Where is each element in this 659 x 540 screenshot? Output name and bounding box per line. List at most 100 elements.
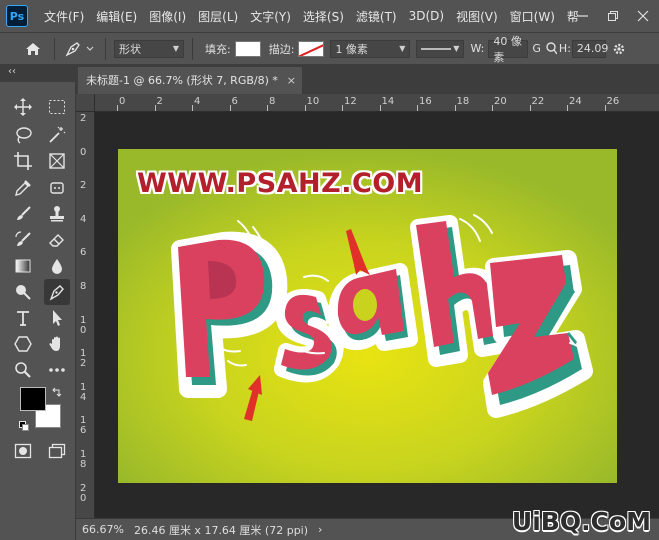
- menu-3d[interactable]: 3D(D): [403, 9, 450, 23]
- document-canvas[interactable]: [118, 149, 617, 483]
- document-size: 26.46 厘米 x 17.64 厘米 (72 ppi): [133, 523, 309, 537]
- chevron-down-icon: ▼: [453, 43, 460, 53]
- history-brush-icon[interactable]: [10, 227, 36, 253]
- ruler-tick-label: 1 0: [80, 314, 87, 336]
- menu-select[interactable]: 选择(S): [297, 8, 350, 25]
- hand-icon[interactable]: [44, 331, 70, 357]
- zoom-level[interactable]: 66.67%: [82, 523, 124, 536]
- ruler-tick: [154, 105, 156, 111]
- close-tab-icon[interactable]: ×: [287, 67, 296, 94]
- ruler-tick-label: 4: [194, 96, 201, 107]
- fill-label: 填充:: [205, 42, 231, 56]
- letter-s: [274, 288, 344, 383]
- ruler-tick: [342, 105, 343, 111]
- move-icon[interactable]: [10, 94, 36, 120]
- ruler-tick-label: 1 2: [80, 348, 87, 370]
- menu-window[interactable]: 窗口(W): [504, 8, 561, 25]
- height-input[interactable]: 24.09: [571, 39, 608, 58]
- menu-image[interactable]: 图像(I): [143, 8, 192, 25]
- stroke-style-select[interactable]: ▼: [416, 39, 465, 58]
- ruler-tick-label: 4: [80, 213, 87, 225]
- lasso-icon[interactable]: [10, 122, 36, 148]
- menu-file[interactable]: 文件(F): [38, 8, 90, 25]
- ruler-tick-label: 24: [569, 96, 582, 107]
- ruler-tick: [229, 105, 231, 111]
- ruler-tick-label: 8: [80, 281, 87, 292]
- ruler-tick-label: 2 0: [80, 482, 87, 504]
- horizontal-ruler[interactable]: 0 2 4 6 8 10 12 14 16 18 20 22 24 26: [95, 94, 659, 112]
- chevron-down-icon: ▼: [172, 43, 179, 53]
- crop-icon[interactable]: [10, 148, 36, 174]
- link-dimensions-icon[interactable]: [545, 41, 558, 57]
- blur-drop-icon[interactable]: [44, 253, 70, 279]
- ruler-tick: [604, 105, 606, 111]
- tool-mode-select[interactable]: 形状 ▼: [114, 39, 184, 58]
- ruler-tick-label: 1 4: [80, 381, 87, 403]
- pen-preset-icon[interactable]: [63, 37, 97, 61]
- screen-mode-icon[interactable]: [44, 438, 70, 464]
- width-input[interactable]: 40 像素: [488, 35, 529, 64]
- stamp-icon[interactable]: [44, 201, 70, 227]
- shape-icon[interactable]: [10, 331, 36, 357]
- brush-icon[interactable]: [10, 201, 36, 227]
- ruler-tick-label: 12: [344, 96, 357, 107]
- menu-type[interactable]: 文字(Y): [244, 8, 297, 25]
- ruler-tick-label: 2: [80, 180, 87, 192]
- eyedropper-icon[interactable]: [10, 175, 36, 201]
- quick-mask-icon[interactable]: [10, 438, 36, 464]
- tool-mode-value: 形状: [119, 42, 141, 56]
- fill-swatch[interactable]: [234, 40, 261, 57]
- photoshop-logo: Ps: [6, 5, 28, 27]
- close-icon[interactable]: [628, 0, 658, 32]
- gradient-icon[interactable]: [10, 253, 36, 279]
- height-label: H:: [558, 42, 571, 55]
- patch-icon[interactable]: [44, 175, 70, 201]
- marquee-icon[interactable]: [44, 94, 70, 120]
- divider: [192, 37, 193, 60]
- foreground-color-swatch[interactable]: [20, 387, 46, 411]
- stroke-width-value: 1 像素: [335, 42, 368, 56]
- restore-icon[interactable]: [598, 0, 628, 32]
- ruler-tick-label: 2: [156, 96, 163, 107]
- tools-panel: [0, 82, 76, 540]
- ruler-tick: [117, 105, 118, 111]
- default-colors-icon[interactable]: [19, 420, 29, 431]
- letter-z: [483, 250, 593, 418]
- more-icon[interactable]: [44, 357, 70, 383]
- status-more-button[interactable]: ›: [318, 523, 322, 536]
- home-icon[interactable]: [20, 37, 46, 61]
- path-select-icon[interactable]: [44, 305, 70, 331]
- ruler-tick-label: 14: [381, 96, 395, 107]
- ruler-origin[interactable]: [76, 94, 95, 112]
- vertical-ruler[interactable]: 2 0 2 4 6 8 1 0 1 2 1 4 1 6 1 8 2 0: [76, 112, 95, 518]
- swap-colors-icon[interactable]: [52, 386, 62, 397]
- stroke-width-select[interactable]: 1 像素 ▼: [330, 39, 411, 58]
- stroke-swatch[interactable]: [298, 40, 325, 57]
- ruler-tick-label: 8: [269, 96, 276, 107]
- settings-gear-icon[interactable]: [610, 40, 628, 58]
- menu-view[interactable]: 视图(V): [450, 8, 504, 25]
- menu-edit[interactable]: 编辑(E): [90, 8, 143, 25]
- dodge-icon[interactable]: [10, 279, 36, 305]
- zoom-icon[interactable]: [10, 357, 36, 383]
- eraser-icon[interactable]: [44, 227, 70, 253]
- menu-layer[interactable]: 图层(L): [192, 8, 244, 25]
- minimize-icon[interactable]: [568, 0, 598, 32]
- panel-collapse-button[interactable]: ‹‹: [0, 64, 76, 82]
- type-icon[interactable]: [10, 305, 36, 331]
- width-label: W:: [470, 42, 485, 55]
- divider: [54, 37, 55, 60]
- magic-wand-icon[interactable]: [44, 122, 70, 148]
- chevron-down-icon: ▼: [399, 43, 406, 53]
- ruler-tick-label: 0: [119, 96, 126, 107]
- artwork-url-text: WWW.PSAHZ.COM: [137, 168, 424, 199]
- menu-filter[interactable]: 滤镜(T): [350, 8, 403, 25]
- frame-icon[interactable]: [44, 148, 70, 174]
- letter-a: [327, 263, 418, 351]
- document-tab[interactable]: 未标题-1 @ 66.7% (形状 7, RGB/8) * ×: [78, 67, 302, 94]
- ruler-tick: [529, 105, 531, 111]
- ruler-tick: [417, 105, 418, 111]
- pen-icon[interactable]: [44, 279, 70, 305]
- ruler-tick: [492, 105, 493, 111]
- ruler-tick: [454, 105, 456, 111]
